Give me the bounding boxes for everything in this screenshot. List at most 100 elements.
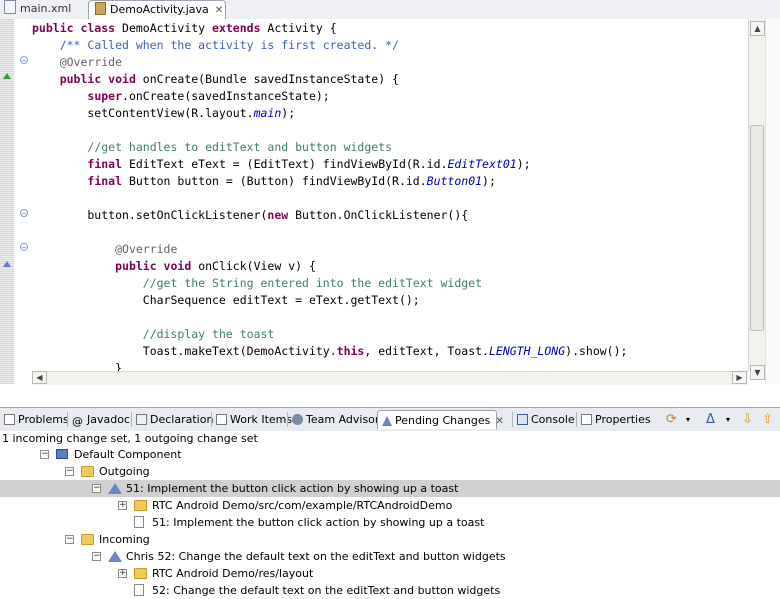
code-token: CharSequence editText = eText.getText(); [32, 293, 420, 307]
tree-item-label: 51: Implement the button click action by… [152, 516, 485, 529]
code-token: /** Called when the activity is first cr… [59, 38, 399, 52]
tree-item[interactable]: − Outgoing [0, 463, 780, 480]
filter-icon[interactable]: Δ [706, 411, 715, 428]
tab-main-xml[interactable]: main.xml [4, 0, 71, 18]
code-line: button.setOnClickListener(new Button.OnC… [32, 207, 468, 224]
dropdown-icon[interactable]: ▾ [726, 411, 730, 428]
code-token: public class [32, 21, 116, 35]
collapse-icon[interactable]: − [65, 467, 74, 476]
code-token: setContentView(R.layout. [32, 106, 254, 120]
tab-label: Javadoc [87, 413, 130, 426]
tree-item[interactable]: − Incoming [0, 531, 780, 548]
tree-item[interactable]: − Default Component [0, 446, 780, 463]
tree-item-label: RTC Android Demo/src/com/example/RTCAndr… [152, 499, 453, 512]
tree-item[interactable]: + RTC Android Demo/res/layout [0, 565, 780, 582]
work-items-icon [216, 414, 227, 425]
tab-pending-changes[interactable]: Pending Changes ✕ [377, 410, 504, 429]
fold-toggle-icon[interactable]: − [20, 243, 28, 252]
tab-label: Work Items [230, 413, 293, 426]
collapse-icon[interactable]: − [92, 552, 101, 561]
code-token: new [267, 208, 289, 222]
close-tab-icon[interactable]: ✕ [215, 5, 223, 16]
folder-icon [134, 500, 147, 511]
vertical-scrollbar[interactable]: ▲ ▼ [748, 19, 766, 380]
tab-label: Team Advisor [306, 413, 380, 426]
tree-item[interactable]: + RTC Android Demo/src/com/example/RTCAnd… [0, 497, 780, 514]
code-token: public void [59, 72, 136, 86]
code-token: ); [516, 157, 531, 171]
tab-console[interactable]: Console [517, 410, 575, 429]
scroll-thumb[interactable] [750, 125, 764, 331]
code-line: public void onClick(View v) { [32, 258, 316, 275]
code-token: extends [212, 21, 261, 35]
expand-icon[interactable]: + [118, 501, 127, 510]
tree-item-label: Outgoing [99, 465, 150, 478]
tab-separator [576, 412, 577, 427]
folding-gutter [14, 19, 32, 384]
views-tab-bar: Problems @ Javadoc Declaration Work Items… [0, 407, 780, 432]
tree-item-label: 51: Implement the button click action by… [126, 482, 459, 495]
tree-item[interactable]: − 51: Implement the button click action b… [0, 480, 780, 497]
scroll-right-button[interactable]: ▶ [732, 371, 747, 384]
next-icon[interactable]: ⇩ [742, 411, 753, 428]
previous-icon[interactable]: ⇧ [762, 411, 773, 428]
collapse-icon[interactable]: − [92, 484, 101, 493]
tab-team-advisor[interactable]: Team Advisor [292, 410, 379, 429]
tree-item[interactable]: − Chris 52: Change the default text on th… [0, 548, 780, 565]
tree-item-label: Chris 52: Change the default text on the… [126, 550, 506, 563]
tab-demo-activity-java[interactable]: DemoActivity.java ✕ [88, 0, 226, 19]
close-view-icon[interactable]: ✕ [495, 416, 503, 427]
fold-toggle-icon[interactable]: − [20, 209, 28, 218]
refresh-icon[interactable]: ⟳ [666, 411, 677, 428]
code-token: main [253, 106, 282, 120]
problems-icon [4, 414, 15, 425]
dropdown-icon[interactable]: ▾ [686, 411, 690, 428]
fold-toggle-icon[interactable]: − [20, 56, 28, 65]
pending-status: 1 incoming change set, 1 outgoing change… [2, 432, 258, 445]
tab-label: Console [531, 413, 575, 426]
code-line: final Button button = (Button) findViewB… [32, 173, 496, 190]
code-token: //display the toast [142, 327, 275, 341]
collapse-icon[interactable]: − [40, 450, 49, 459]
expand-icon[interactable]: + [118, 569, 127, 578]
tab-declaration[interactable]: Declaration [136, 410, 213, 429]
work-item-icon [134, 516, 144, 528]
scroll-down-button[interactable]: ▼ [750, 365, 765, 380]
pending-changes-icon [382, 416, 392, 426]
code-token: final [87, 174, 123, 188]
tree-item[interactable]: 52: Change the default text on the editT… [0, 582, 780, 599]
tab-separator [131, 412, 132, 427]
code-text[interactable]: public class DemoActivity extends Activi… [32, 19, 744, 384]
component-icon [56, 449, 68, 459]
scroll-left-button[interactable]: ◀ [32, 371, 47, 384]
tab-javadoc[interactable]: @ Javadoc [72, 410, 130, 429]
tab-work-items[interactable]: Work Items [216, 410, 292, 429]
properties-icon [581, 414, 592, 425]
horizontal-scrollbar[interactable]: ◀ ▶ [32, 371, 748, 385]
code-line: super.onCreate(savedInstanceState); [32, 88, 329, 105]
code-token: onCreate(Bundle savedInstanceState) { [135, 72, 399, 86]
code-token: onClick(View v) { [191, 259, 316, 273]
tab-properties[interactable]: Properties [581, 410, 651, 429]
tab-problems[interactable]: Problems [4, 410, 69, 429]
code-editor[interactable]: − − − public class DemoActivity extends … [0, 19, 780, 385]
override-marker-icon [3, 73, 11, 79]
code-token: , editText, Toast. [364, 344, 489, 358]
pending-changes-view: 1 incoming change set, 1 outgoing change… [0, 431, 780, 597]
code-token: ); [482, 174, 496, 188]
code-token: EditText01 [447, 157, 517, 171]
implements-marker-icon [3, 261, 11, 267]
tree-item[interactable]: 51: Implement the button click action by… [0, 514, 780, 531]
collapse-icon[interactable]: − [65, 535, 74, 544]
change-set-icon [108, 551, 122, 562]
scroll-up-button[interactable]: ▲ [750, 21, 765, 36]
work-item-icon [134, 584, 144, 596]
